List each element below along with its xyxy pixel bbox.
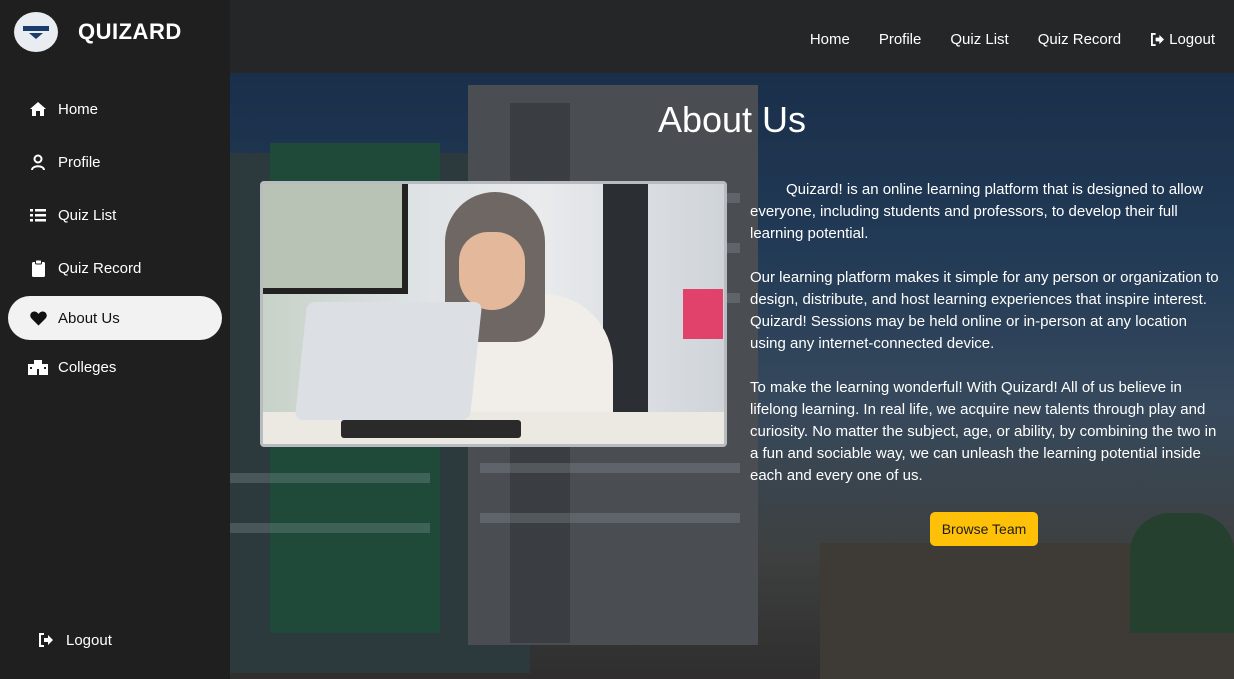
sidebar-item-quiz-list[interactable]: Quiz List (8, 193, 222, 237)
about-text: Quizard! is an online learning platform … (750, 179, 1220, 509)
nav-logout-label: Logout (1169, 31, 1215, 48)
nav-logout-link[interactable]: Logout (1150, 31, 1215, 48)
about-paragraph-1: Quizard! is an online learning platform … (750, 181, 1203, 242)
nav-quiz-record-link[interactable]: Quiz Record (1038, 31, 1121, 48)
sidebar-item-quiz-record[interactable]: Quiz Record (8, 246, 222, 290)
quizard-logo-icon (14, 12, 58, 52)
top-navbar: Home Profile Quiz List Quiz Record Logou… (230, 0, 1234, 73)
logout-icon (1151, 33, 1165, 46)
nav-quiz-list-link[interactable]: Quiz List (950, 31, 1008, 48)
heart-icon (28, 308, 48, 328)
sidebar-logout[interactable]: Logout (16, 618, 230, 662)
sidebar-item-colleges[interactable]: Colleges (8, 345, 222, 389)
browse-team-button[interactable]: Browse Team (930, 512, 1038, 546)
sidebar-item-label: Profile (58, 153, 101, 171)
brand[interactable]: QUIZARD (14, 12, 182, 52)
sidebar-item-label: Quiz List (58, 206, 117, 224)
sidebar-item-label: About Us (58, 309, 120, 327)
about-paragraph-2: Our learning platform makes it simple fo… (750, 269, 1219, 352)
user-icon (28, 152, 48, 172)
sidebar-logout-label: Logout (66, 631, 112, 649)
sidebar-item-label: Home (58, 100, 99, 118)
list-icon (28, 205, 48, 225)
nav-home-link[interactable]: Home (810, 31, 850, 48)
home-icon (28, 99, 48, 119)
sidebar-item-label: Colleges (58, 358, 117, 376)
about-paragraph-3: To make the learning wonderful! With Qui… (750, 379, 1217, 484)
about-us-photo (260, 181, 727, 447)
sidebar: QUIZARD Home Profile Quiz List Quiz Reco… (0, 0, 230, 679)
sidebar-item-profile[interactable]: Profile (8, 140, 222, 184)
clipboard-icon (28, 258, 48, 278)
main-content: About Us Quizard! is an online learning … (230, 73, 1234, 679)
sidebar-item-label: Quiz Record (58, 259, 142, 277)
brand-name: QUIZARD (78, 19, 182, 44)
logout-icon (36, 630, 56, 650)
top-nav: Home Profile Quiz List Quiz Record Logou… (781, 31, 1215, 48)
building-icon (28, 357, 48, 377)
page-title: About Us (657, 99, 807, 140)
sidebar-item-about-us[interactable]: About Us (8, 296, 222, 340)
nav-profile-link[interactable]: Profile (879, 31, 922, 48)
sidebar-item-home[interactable]: Home (8, 87, 222, 131)
